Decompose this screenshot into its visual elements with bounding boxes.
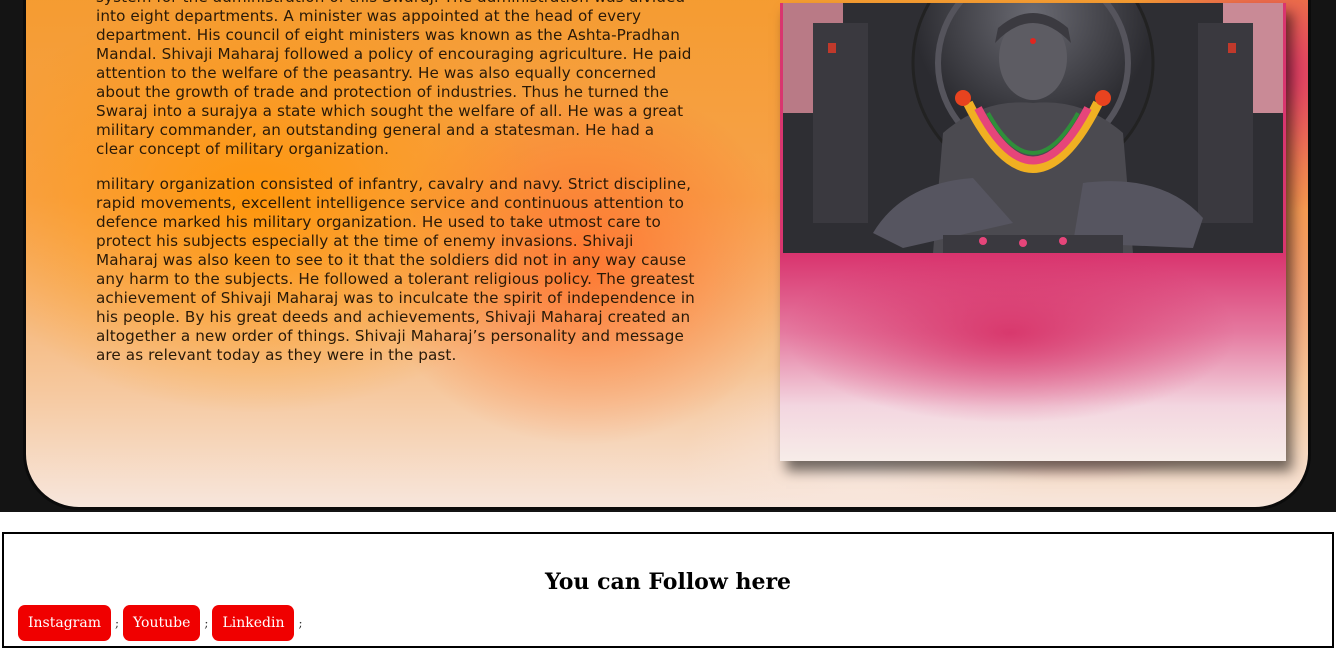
link-separator: ; [298, 616, 303, 630]
statue-image [783, 3, 1283, 253]
article-text: Raigad and Thane districts of Maharashtr… [96, 0, 696, 381]
follow-section: You can Follow here Instagram ; Youtube … [2, 532, 1334, 648]
linkedin-link-button[interactable]: Linkedin [212, 605, 295, 641]
youtube-link-button[interactable]: Youtube [123, 605, 201, 641]
link-separator: ; [114, 616, 120, 630]
article-card: Raigad and Thane districts of Maharashtr… [23, 0, 1311, 510]
follow-heading: You can Follow here [544, 569, 792, 595]
instagram-link-button[interactable]: Instagram [18, 605, 111, 641]
statue-photo-frame [780, 3, 1286, 461]
link-separator: ; [204, 616, 209, 630]
content-section: Raigad and Thane districts of Maharashtr… [0, 0, 1336, 512]
article-paragraph: Raigad and Thane districts of Maharashtr… [96, 0, 692, 158]
article-paragraph: military organization consisted of infan… [96, 175, 695, 364]
social-links: Instagram ; Youtube ; Linkedin ; [18, 605, 307, 641]
